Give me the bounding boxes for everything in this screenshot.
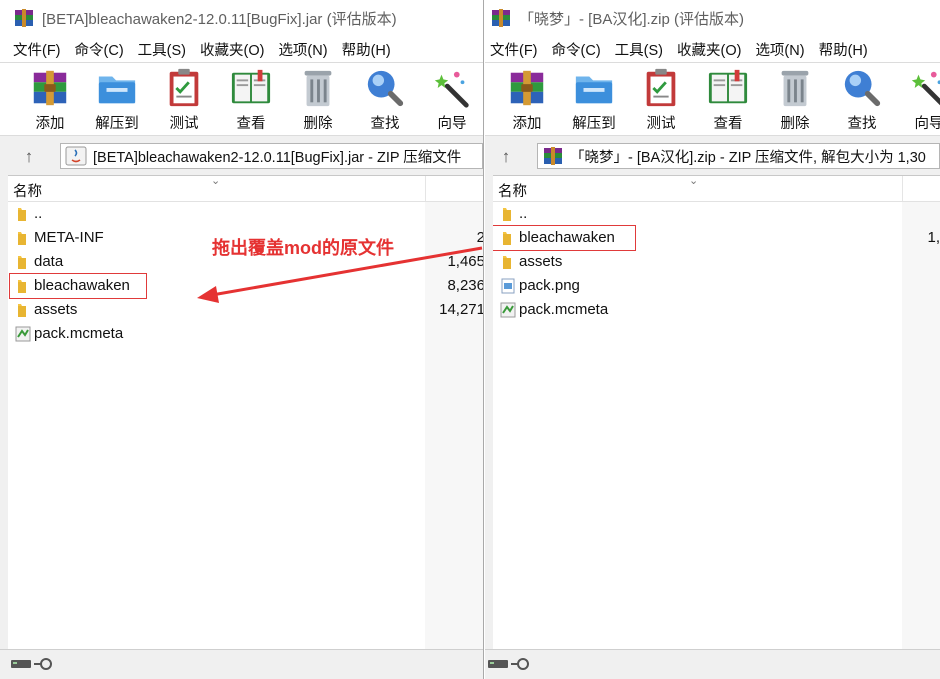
test-button[interactable]: 测试 <box>153 67 215 133</box>
file-row[interactable]: META-INF 2 <box>8 226 483 250</box>
add-archive-icon <box>33 70 67 106</box>
view-book-icon <box>708 69 748 104</box>
extract-folder-icon <box>575 76 613 104</box>
magnifier-icon <box>367 70 404 107</box>
winrar-archive-icon <box>544 147 562 165</box>
file-list: 名称 ⌄ .. META-INF 2 data 1,465 bleachawak… <box>8 175 483 650</box>
column-divider[interactable] <box>902 176 903 201</box>
find-button[interactable]: 查找 <box>831 67 893 133</box>
menu-command[interactable]: 命令(C) <box>75 39 124 60</box>
file-list: 名称 ⌄ .. bleachawaken 1, assets pack.png … <box>493 175 940 650</box>
menu-command[interactable]: 命令(C) <box>552 39 601 60</box>
address-bar: ↑ [BETA]bleachawaken2-12.0.11[BugFix].ja… <box>0 140 483 172</box>
file-row[interactable]: .. <box>8 202 483 226</box>
file-row[interactable]: pack.mcmeta <box>493 298 940 322</box>
title-bar[interactable]: [BETA]bleachawaken2-12.0.11[BugFix].jar … <box>0 0 483 36</box>
menu-bar: 文件(F) 命令(C) 工具(S) 收藏夹(O) 选项(N) 帮助(H) <box>0 36 483 62</box>
menu-favorites[interactable]: 收藏夹(O) <box>200 39 264 60</box>
find-button[interactable]: 查找 <box>354 67 416 133</box>
drive-key-icon <box>11 658 52 670</box>
wizard-button[interactable]: 向导 <box>898 67 940 133</box>
view-button[interactable]: 查看 <box>697 67 759 133</box>
menu-file[interactable]: 文件(F) <box>13 39 61 60</box>
address-bar: ↑ 「晓梦」- [BA汉化].zip - ZIP 压缩文件, 解包大小为 1,3… <box>485 140 940 172</box>
test-clipboard-icon <box>169 68 199 107</box>
menu-bar: 文件(F) 命令(C) 工具(S) 收藏夹(O) 选项(N) 帮助(H) <box>485 36 940 62</box>
winrar-app-icon <box>15 9 33 27</box>
java-file-icon <box>65 146 87 166</box>
menu-tools[interactable]: 工具(S) <box>138 39 186 60</box>
wizard-wand-icon <box>434 71 469 108</box>
extract-to-button[interactable]: 解压到 <box>86 67 148 133</box>
list-header: 名称 ⌄ <box>493 176 940 202</box>
menu-options[interactable]: 选项(N) <box>755 39 804 60</box>
wizard-wand-icon <box>911 71 940 106</box>
up-arrow-icon[interactable]: ↑ <box>18 146 40 168</box>
toolbar: 添加 解压到 测试 查看 删除 查找 向导 <box>0 62 483 136</box>
extract-folder-icon <box>98 76 136 104</box>
folder-icon <box>18 208 26 221</box>
menu-file[interactable]: 文件(F) <box>490 39 538 60</box>
magnifier-icon <box>844 70 881 107</box>
delete-button[interactable]: 删除 <box>287 67 349 133</box>
left-archive-window: [BETA]bleachawaken2-12.0.11[BugFix].jar … <box>0 0 484 679</box>
menu-options[interactable]: 选项(N) <box>278 39 327 60</box>
winrar-app-icon <box>492 9 510 27</box>
folder-icon <box>503 256 511 269</box>
window-title: 「晓梦」- [BA汉化].zip (评估版本) <box>519 10 745 28</box>
delete-button[interactable]: 删除 <box>764 67 826 133</box>
status-bar <box>485 649 940 679</box>
highlight-box-bleachawaken <box>9 273 147 299</box>
test-clipboard-icon <box>646 68 676 107</box>
file-row[interactable]: assets <box>493 250 940 274</box>
mcmeta-file-icon <box>500 302 516 318</box>
archive-path-field[interactable]: [BETA]bleachawaken2-12.0.11[BugFix].jar … <box>60 143 483 169</box>
column-header-name[interactable]: 名称 <box>498 180 527 201</box>
sort-indicator-icon: ⌄ <box>211 175 221 187</box>
archive-path-field[interactable]: 「晓梦」- [BA汉化].zip - ZIP 压缩文件, 解包大小为 1,30 <box>537 143 940 169</box>
file-row[interactable]: data 1,465 <box>8 250 483 274</box>
folder-icon <box>503 208 511 221</box>
add-button[interactable]: 添加 <box>19 67 81 133</box>
add-button[interactable]: 添加 <box>496 67 558 133</box>
trash-can-icon <box>781 70 809 107</box>
file-row[interactable]: pack.png <box>493 274 940 298</box>
list-header: 名称 ⌄ <box>8 176 483 202</box>
folder-icon <box>18 304 26 317</box>
wizard-button[interactable]: 向导 <box>421 67 483 133</box>
column-divider[interactable] <box>425 176 426 201</box>
view-button[interactable]: 查看 <box>220 67 282 133</box>
up-arrow-icon[interactable]: ↑ <box>495 146 517 168</box>
view-book-icon <box>231 69 271 104</box>
menu-help[interactable]: 帮助(H) <box>819 39 868 60</box>
extract-to-button[interactable]: 解压到 <box>563 67 625 133</box>
status-bar <box>0 649 483 679</box>
file-row[interactable]: assets 14,271 <box>8 298 483 322</box>
test-button[interactable]: 测试 <box>630 67 692 133</box>
png-file-icon <box>501 278 515 294</box>
add-archive-icon <box>510 70 544 106</box>
menu-favorites[interactable]: 收藏夹(O) <box>677 39 741 60</box>
folder-icon <box>18 256 26 269</box>
right-archive-window: 「晓梦」- [BA汉化].zip (评估版本) 文件(F) 命令(C) 工具(S… <box>485 0 940 679</box>
column-header-name[interactable]: 名称 <box>13 180 42 201</box>
mcmeta-file-icon <box>15 326 31 342</box>
toolbar: 添加 解压到 测试 查看 删除 查找 向导 <box>485 62 940 136</box>
folder-icon <box>18 232 26 245</box>
highlight-box-bleachawaken <box>493 225 636 251</box>
menu-tools[interactable]: 工具(S) <box>615 39 663 60</box>
trash-can-icon <box>304 70 332 107</box>
drive-key-icon <box>488 658 529 670</box>
file-row[interactable]: pack.mcmeta <box>8 322 483 346</box>
window-title: [BETA]bleachawaken2-12.0.11[BugFix].jar … <box>42 10 397 28</box>
sort-indicator-icon: ⌄ <box>689 175 699 187</box>
file-row[interactable]: .. <box>493 202 940 226</box>
title-bar[interactable]: 「晓梦」- [BA汉化].zip (评估版本) <box>485 0 940 36</box>
menu-help[interactable]: 帮助(H) <box>342 39 391 60</box>
